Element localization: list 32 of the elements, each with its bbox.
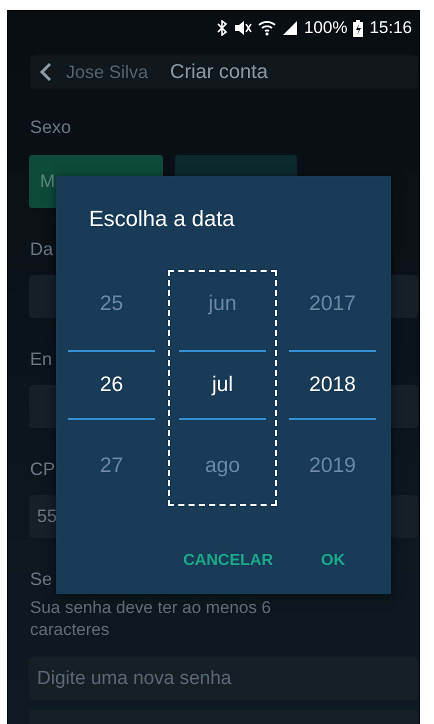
- clock-time: 15:16: [369, 18, 412, 38]
- picker-column[interactable]: 25 26 27: [66, 270, 157, 506]
- picker-value[interactable]: 25: [100, 292, 124, 316]
- password-hint: Sua senha deve ter ao menos 6 caracteres: [30, 597, 272, 641]
- battery-charging-icon: [353, 20, 364, 36]
- picker-column[interactable]: 2017 2018 2019: [287, 270, 378, 506]
- wifi-icon: [258, 20, 276, 36]
- picker-value[interactable]: ago: [204, 454, 240, 478]
- picker-value[interactable]: 2018: [309, 373, 356, 397]
- field-label: CP: [30, 458, 56, 481]
- name-value: Jose Silva: [66, 62, 148, 82]
- picker-value[interactable]: jun: [208, 292, 237, 316]
- picker-value[interactable]: 2019: [309, 454, 356, 478]
- signal-icon: [282, 20, 298, 36]
- picker-column[interactable]: jun jul ago: [168, 270, 277, 506]
- screen-title: Criar conta: [170, 60, 268, 84]
- picker-value[interactable]: 26: [100, 373, 124, 397]
- mute-icon: [234, 20, 252, 36]
- bluetooth-icon: [216, 20, 228, 36]
- picker-value[interactable]: 27: [100, 454, 124, 478]
- password-field[interactable]: Digite uma nova senha: [29, 657, 418, 700]
- field-label: En: [30, 348, 52, 371]
- picker-value[interactable]: 2017: [309, 292, 356, 316]
- field-label: Da: [30, 238, 54, 261]
- battery-percentage: 100%: [304, 18, 348, 38]
- dialog-button[interactable]: OK: [321, 552, 345, 570]
- picker-value[interactable]: jul: [212, 373, 233, 397]
- field-label: Se: [30, 568, 52, 591]
- dialog-title: Escolha a data: [89, 206, 236, 232]
- name-field[interactable]: Jose Silva Criar conta: [30, 55, 418, 89]
- dialog-button[interactable]: CANCELAR: [183, 552, 273, 570]
- field-label: Sexo: [30, 116, 72, 139]
